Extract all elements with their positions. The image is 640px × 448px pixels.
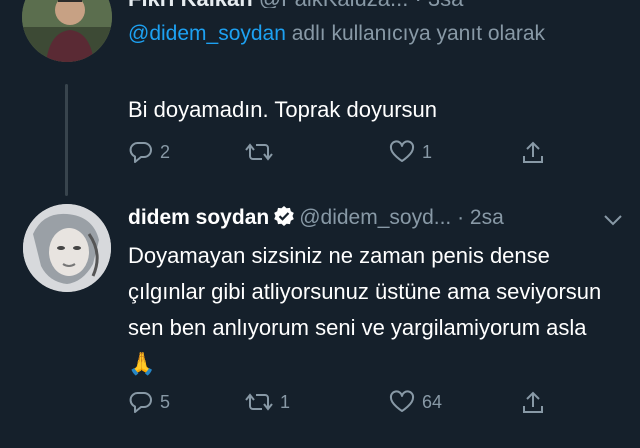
reply-count: 5: [160, 391, 171, 412]
retweet-count: 1: [280, 391, 291, 412]
reply-mention-link[interactable]: @didem_soydan: [128, 22, 286, 45]
share-icon: [523, 141, 543, 163]
reply-icon: [129, 392, 152, 413]
reply-button[interactable]: 5: [128, 390, 170, 414]
chevron-down-icon[interactable]: [603, 213, 623, 227]
retweet-button[interactable]: 1: [244, 390, 290, 414]
handle: @FalkKaluza...: [259, 0, 409, 8]
avatar[interactable]: [23, 204, 111, 292]
display-name[interactable]: didem soydan: [128, 206, 269, 229]
avatar-photo: [22, 0, 112, 62]
like-icon: [389, 140, 415, 162]
reply-button[interactable]: 2: [128, 140, 170, 164]
like-button[interactable]: 1: [388, 140, 432, 164]
like-icon: [389, 390, 415, 412]
tweet-text: Doyamayan sizsiniz ne zaman penis dense …: [128, 243, 602, 376]
reply-icon: [129, 142, 152, 163]
retweet-button[interactable]: [244, 140, 280, 164]
share-button[interactable]: [520, 140, 546, 166]
tweet-actions: 2 1: [128, 140, 548, 170]
tweet-actions: 5 1 64: [128, 390, 548, 420]
handle-and-timestamp: @didem_soyd... · 2sa: [299, 206, 504, 229]
reply-context: @didem_soydan adlı kullanıcıya yanıt ola…: [128, 16, 598, 52]
tweet-header-truncated: Fikri Kalkan @FalkKaluza... · 3sa: [128, 0, 628, 8]
reply-count: 2: [160, 141, 171, 162]
tweet-header: didem soydan @didem_soyd... · 2sa: [128, 201, 504, 235]
thread-connector-line: [65, 84, 68, 196]
display-name[interactable]: Fikri Kalkan: [128, 0, 253, 8]
verified-badge-icon: [274, 206, 295, 226]
like-button[interactable]: 64: [388, 390, 442, 414]
retweet-icon: [245, 393, 273, 411]
like-count: 64: [422, 391, 443, 412]
avatar-photo: [23, 204, 111, 292]
tweet-text: Bi doyamadın. Toprak doyursun: [128, 97, 437, 122]
avatar[interactable]: [22, 0, 112, 62]
share-button[interactable]: [520, 390, 546, 416]
like-count: 1: [422, 141, 433, 162]
reply-context-label: adlı kullanıcıya yanıt olarak: [285, 22, 546, 45]
retweet-icon: [245, 143, 273, 161]
timestamp: · 3sa: [414, 0, 463, 8]
share-icon: [523, 391, 543, 413]
